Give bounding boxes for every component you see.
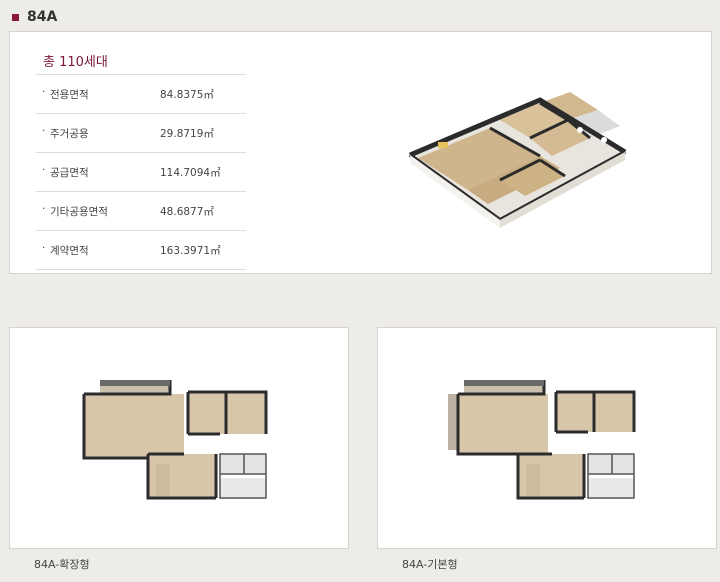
spec-label: 공급면적 xyxy=(36,164,160,180)
spec-label: 계약면적 xyxy=(36,242,160,258)
spec-value: 114.7094㎡ xyxy=(160,166,221,179)
spec-row: 전용면적 84.8375㎡ xyxy=(36,74,246,113)
area-spec-table: 전용면적 84.8375㎡ 주거공용 29.8719㎡ 공급면적 114.709… xyxy=(36,74,246,270)
spec-label: 기타공용면적 xyxy=(36,203,160,219)
spec-value: 163.3971㎡ xyxy=(160,244,221,257)
section-header: 84A xyxy=(12,6,57,28)
floorplan-caption-extended: 84A-확장형 xyxy=(34,558,90,571)
spec-row: 계약면적 163.3971㎡ xyxy=(36,230,246,270)
floorplan-card-extended[interactable] xyxy=(9,327,349,549)
spec-row: 주거공용 29.8719㎡ xyxy=(36,113,246,152)
spec-value: 48.6877㎡ xyxy=(160,205,214,218)
isometric-floorplan-image xyxy=(408,92,627,228)
spec-label: 주거공용 xyxy=(36,125,160,141)
spec-row: 기타공용면적 48.6877㎡ xyxy=(36,191,246,230)
section-title: 84A xyxy=(27,9,58,25)
spec-label: 전용면적 xyxy=(36,86,160,102)
total-units: 총 110세대 xyxy=(43,55,108,70)
floorplan-caption-basic: 84A-기본형 xyxy=(402,558,458,571)
unit-info-card: 총 110세대 전용면적 84.8375㎡ 주거공용 29.8719㎡ 공급면적… xyxy=(9,31,712,274)
section-bullet-icon xyxy=(12,13,19,21)
floorplan-card-basic[interactable] xyxy=(377,327,717,549)
spec-value: 29.8719㎡ xyxy=(160,127,214,140)
floorplan-basic-image xyxy=(448,380,636,500)
spec-value: 84.8375㎡ xyxy=(160,88,214,101)
floorplan-extended-image xyxy=(82,380,268,500)
spec-row: 공급면적 114.7094㎡ xyxy=(36,152,246,191)
